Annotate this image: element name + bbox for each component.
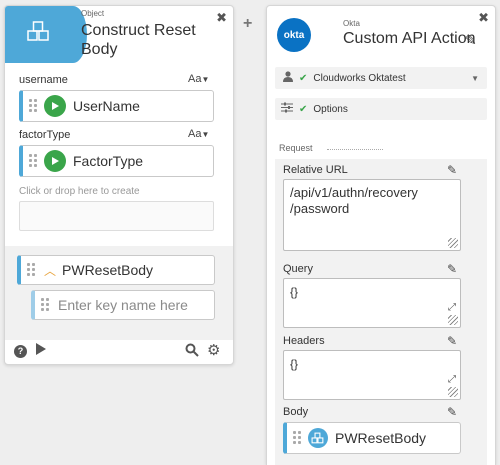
pill-label: UserName (73, 98, 140, 114)
sliders-icon (281, 102, 293, 116)
drag-handle-icon[interactable] (41, 298, 50, 312)
check-icon: ✔ (299, 103, 308, 115)
options-row[interactable]: ✔ Options (275, 98, 487, 120)
nested-object-area: ︿ PWResetBody Enter key name here (5, 246, 233, 340)
body-value: PWResetBody (335, 430, 427, 446)
factortype-value-pill[interactable]: FactorType (19, 145, 214, 177)
drag-handle-icon[interactable] (27, 263, 36, 277)
type-select-factortype[interactable]: Aa▼ (188, 128, 209, 140)
expand-icon[interactable]: ⤢ (448, 372, 456, 388)
body-label: Body (283, 406, 309, 418)
module-header: okta Okta Custom API Action ✎ ✖ (267, 6, 495, 63)
object-module-card: Object Construct Reset Body ✖ username Aa… (4, 5, 234, 365)
relative-url-field[interactable]: /api/v1/authn/recovery/password (283, 179, 461, 251)
nested-object-pill[interactable]: ︿ PWResetBody (17, 255, 215, 285)
body-value-pill[interactable]: PWResetBody (283, 422, 461, 454)
okta-module-card: okta Okta Custom API Action ✎ ✖ ✔ Cloudw… (266, 5, 496, 465)
connection-select[interactable]: ✔ Cloudworks Oktatest ▼ (275, 67, 487, 89)
query-label: Query (283, 263, 313, 275)
module-type-label: Okta (343, 19, 360, 28)
edit-pencil-icon[interactable]: ✎ (447, 163, 457, 177)
drop-hint: Click or drop here to create (19, 186, 140, 197)
close-icon[interactable]: ✖ (216, 10, 227, 26)
connection-name: Cloudworks Oktatest (313, 72, 406, 84)
play-icon[interactable] (36, 343, 46, 358)
drag-handle-icon[interactable] (29, 99, 38, 113)
pill-label: FactorType (73, 153, 144, 169)
object-cubes-icon (26, 20, 52, 49)
drag-handle-icon[interactable] (293, 431, 302, 445)
username-value-pill[interactable]: UserName (19, 90, 214, 122)
headers-label: Headers (283, 335, 325, 347)
edit-pencil-icon[interactable]: ✎ (447, 334, 457, 348)
type-select-username[interactable]: Aa▼ (188, 73, 209, 85)
module-title[interactable]: Custom API Action (343, 29, 476, 48)
play-icon (44, 150, 66, 172)
dropdown-caret-icon: ▼ (201, 75, 210, 84)
gear-icon[interactable]: ⚙ (207, 341, 220, 359)
dropdown-caret-icon: ▼ (471, 73, 479, 83)
expand-icon[interactable]: ⤢ (448, 300, 456, 316)
field-label-factortype: factorType (19, 129, 71, 141)
section-divider (327, 149, 383, 150)
collapse-chevron-icon[interactable]: ︿ (44, 262, 56, 279)
object-cubes-icon (308, 428, 328, 448)
resize-grip-icon[interactable] (448, 238, 458, 248)
play-icon (44, 95, 66, 117)
module-footer: ? ⚙ (5, 338, 233, 364)
edit-title-pencil-icon[interactable]: ✎ (465, 32, 477, 49)
module-icon-tab (5, 6, 87, 63)
help-icon[interactable]: ? (14, 345, 27, 358)
module-title[interactable]: Construct Reset Body (81, 21, 196, 59)
drop-zone[interactable] (19, 201, 214, 231)
field-label-username: username (19, 74, 68, 86)
relative-url-label: Relative URL (283, 164, 348, 176)
key-name-input[interactable]: Enter key name here (31, 290, 215, 320)
close-icon[interactable]: ✖ (478, 10, 489, 26)
nested-object-name: PWResetBody (62, 262, 154, 278)
edit-pencil-icon[interactable]: ✎ (447, 405, 457, 419)
edit-pencil-icon[interactable]: ✎ (447, 262, 457, 276)
module-type-label: Object (81, 9, 105, 18)
request-section-label: Request (279, 143, 313, 153)
add-step-button[interactable]: + (243, 15, 252, 33)
search-icon[interactable] (185, 343, 199, 360)
okta-logo: okta (277, 18, 311, 52)
options-label: Options (313, 103, 348, 115)
check-icon: ✔ (299, 72, 308, 84)
module-header: Object Construct Reset Body ✖ (5, 6, 233, 63)
resize-grip-icon[interactable] (448, 315, 458, 325)
request-area: Relative URL ✎ /api/v1/authn/recovery/pa… (275, 159, 487, 465)
drag-handle-icon[interactable] (29, 154, 38, 168)
query-field[interactable]: {} ⤢ (283, 278, 461, 328)
resize-grip-icon[interactable] (448, 387, 458, 397)
dropdown-caret-icon: ▼ (201, 130, 210, 139)
user-icon (283, 71, 293, 85)
key-name-placeholder: Enter key name here (58, 297, 188, 313)
headers-field[interactable]: {} ⤢ (283, 350, 461, 400)
